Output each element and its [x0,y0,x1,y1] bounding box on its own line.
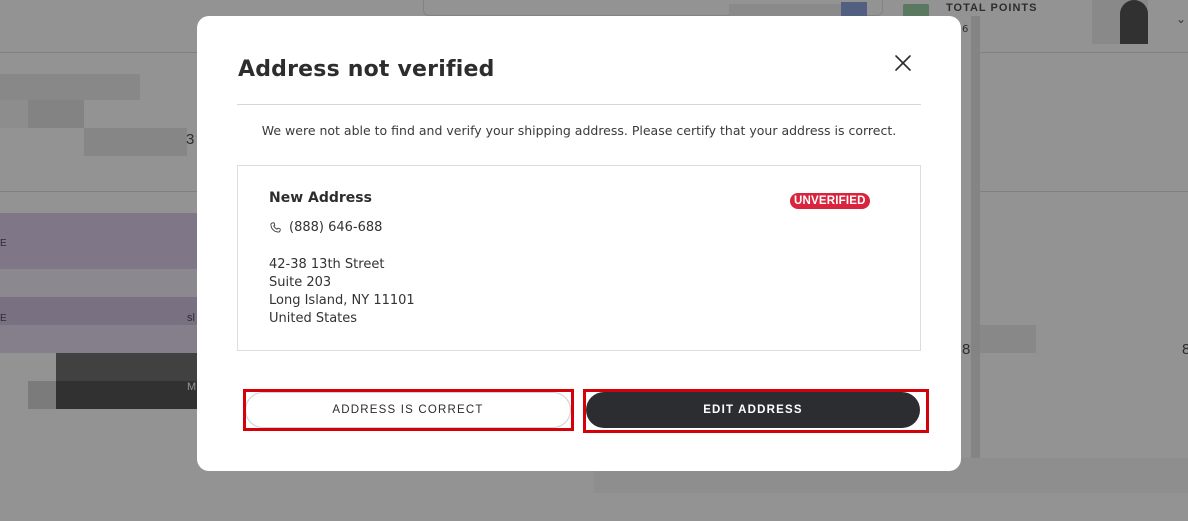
phone-icon [269,221,282,234]
phone-row: (888) 646-688 [269,220,382,235]
close-icon [895,55,911,71]
edit-address-button[interactable]: EDIT ADDRESS [586,392,920,428]
address-line: Suite 203 [269,275,332,290]
verification-message: We were not able to find and verify your… [261,123,897,138]
address-line: 42-38 13th Street [269,257,385,272]
address-lines: 42-38 13th Street Suite 203 Long Island,… [269,256,415,328]
address-line: United States [269,311,358,326]
phone-number: (888) 646-688 [289,220,383,235]
address-name: New Address [269,190,372,206]
modal-title: Address not verified [238,57,495,82]
address-card: New Address UNVERIFIED (888) 646-688 42-… [237,165,921,351]
address-is-correct-button[interactable]: ADDRESS IS CORRECT [245,392,571,428]
divider [237,104,921,105]
address-verification-modal: Address not verified We were not able to… [197,16,961,471]
address-line: Long Island, NY 11101 [269,293,415,308]
close-button[interactable] [892,52,918,78]
status-badge: UNVERIFIED [790,193,870,209]
